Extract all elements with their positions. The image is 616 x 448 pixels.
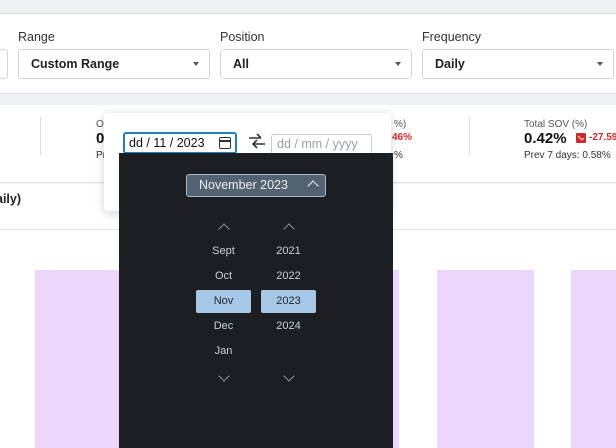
range-label: Range <box>18 30 55 44</box>
chevron-down-icon <box>395 62 401 66</box>
total-sov-value: 0.42% <box>524 130 567 147</box>
trend-down-icon <box>576 133 586 143</box>
stat-prev-partial-mid: % <box>394 150 403 161</box>
chevron-up-icon <box>307 180 319 192</box>
stats-divider <box>469 117 470 155</box>
position-value: All <box>233 57 249 71</box>
year-option-selected[interactable]: 2023 <box>261 290 316 313</box>
start-date-value: dd / 11 / 2023 <box>129 136 205 150</box>
month-option[interactable]: Sept <box>196 240 251 263</box>
chart-title: aily) <box>0 192 22 206</box>
month-scroll-up-icon[interactable] <box>218 223 230 235</box>
year-option[interactable]: 2021 <box>261 240 316 263</box>
month-year-picker: November 2023 Sept Oct Nov Dec Jan 2021 … <box>119 153 393 448</box>
month-option[interactable]: Oct <box>196 265 251 288</box>
filter-bar: Range Custom Range Position All Frequenc… <box>0 15 616 94</box>
month-option-selected[interactable]: Nov <box>196 290 251 313</box>
year-scroll-down-icon[interactable] <box>283 370 295 382</box>
swap-arrows-icon <box>249 133 265 149</box>
chart-bar <box>392 270 399 448</box>
frequency-label: Frequency <box>422 30 482 44</box>
month-year-toggle-button[interactable]: November 2023 <box>186 174 326 197</box>
chevron-down-icon <box>597 62 603 66</box>
total-sov-label: Total SOV (%) <box>524 119 588 130</box>
stat-label-partial: O <box>96 119 104 130</box>
month-option[interactable]: Dec <box>196 315 251 338</box>
position-label: Position <box>220 30 265 44</box>
start-date-input[interactable]: dd / 11 / 2023 <box>123 132 237 154</box>
calendar-icon[interactable] <box>219 137 231 149</box>
range-value: Custom Range <box>31 57 120 71</box>
month-option[interactable]: Jan <box>196 340 251 363</box>
top-bar <box>0 0 616 14</box>
stat-delta-partial-mid: 46% <box>392 132 413 143</box>
chart-bar <box>437 270 534 448</box>
position-select[interactable]: All <box>220 49 412 79</box>
frequency-select[interactable]: Daily <box>422 49 614 79</box>
chevron-down-icon <box>193 62 199 66</box>
year-option[interactable]: 2022 <box>261 265 316 288</box>
stats-divider <box>40 117 41 155</box>
partial-select-left[interactable] <box>0 49 8 79</box>
total-sov-prev: Prev 7 days: 0.58% <box>524 150 611 161</box>
month-scroll-down-icon[interactable] <box>218 370 230 382</box>
stat-label-partial-mid: %) <box>394 119 407 130</box>
section-gap <box>0 95 616 105</box>
month-year-label: November 2023 <box>199 178 288 192</box>
year-scroll-up-icon[interactable] <box>283 223 295 235</box>
end-date-input[interactable]: dd / mm / yyyy <box>271 134 372 155</box>
total-sov-delta: -27.59 <box>589 132 616 143</box>
end-date-placeholder: dd / mm / yyyy <box>277 137 358 151</box>
range-select[interactable]: Custom Range <box>18 49 210 79</box>
year-option[interactable]: 2024 <box>261 315 316 338</box>
chart-bar <box>571 270 616 448</box>
chart-bar <box>35 270 120 448</box>
frequency-value: Daily <box>435 57 465 71</box>
